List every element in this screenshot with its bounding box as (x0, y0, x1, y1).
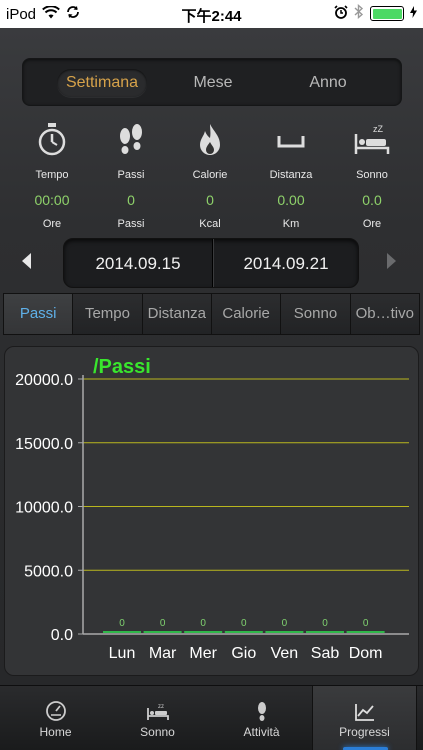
stat-value: 0.0 (362, 192, 382, 208)
charging-bolt-icon (410, 5, 417, 22)
next-week-button[interactable] (382, 246, 402, 276)
stat-unit: Ore (362, 218, 382, 230)
bar (265, 631, 304, 633)
tab-anno[interactable]: Anno (288, 69, 368, 97)
previous-week-button[interactable] (16, 246, 36, 276)
metric-tabs: Passi Tempo Distanza Calorie Sonno Ob…ti… (3, 293, 420, 335)
battery-icon (370, 6, 404, 21)
y-tick-label: 15000.0 (15, 436, 73, 453)
y-tick-label: 20000.0 (15, 372, 73, 389)
tabbar-home[interactable]: Home (3, 686, 108, 750)
bar (184, 631, 223, 633)
stat-label: Calorie (192, 169, 228, 181)
stat-sonno: zZ Sonno 0.0 Ore (332, 116, 412, 230)
stat-distanza: Distanza 0.00 Km (251, 116, 331, 230)
bed-icon: zz (105, 686, 210, 722)
stat-value: 0 (127, 192, 135, 208)
data-label: 0 (200, 618, 206, 629)
bar (224, 631, 263, 633)
chart-panel: /Passi 0.0 5000.0 10000.0 15000.0 20000.0 0 Lun… (4, 346, 419, 676)
y-tick-label: 0.0 (51, 627, 73, 644)
tab-distanza[interactable]: Distanza (142, 294, 212, 334)
stat-label: Distanza (269, 169, 313, 181)
data-label: 0 (160, 618, 166, 629)
bar (143, 631, 182, 633)
sleep-bed-icon: zZ (332, 116, 412, 164)
x-tick-label: Mar (149, 645, 177, 662)
stat-value: 0.00 (277, 192, 305, 208)
x-tick-label: Ven (271, 645, 299, 662)
data-label: 0 (282, 618, 288, 629)
tab-sonno[interactable]: Sonno (281, 294, 351, 334)
stat-label: Passi (117, 169, 145, 181)
bluetooth-icon (354, 3, 364, 23)
stat-label: Tempo (35, 169, 69, 181)
tabbar-sonno[interactable]: zz Sonno (105, 686, 210, 750)
tab-mese[interactable]: Mese (173, 69, 253, 97)
stat-unit: Kcal (199, 218, 221, 230)
status-bar: iPod 下午2:44 (0, 0, 423, 28)
tabbar-label: Progressi (339, 725, 390, 739)
stat-label: Sonno (356, 169, 388, 181)
footprint-icon (209, 686, 314, 722)
data-label: 0 (119, 618, 125, 629)
steps-chart: /Passi 0.0 5000.0 10000.0 15000.0 20000.0 0 Lun… (15, 356, 409, 662)
chart-line-icon (313, 686, 416, 722)
tab-settimana[interactable]: Settimana (57, 69, 147, 97)
period-selector: Settimana Mese Anno (22, 58, 402, 106)
date-end: 2014.09.21 (243, 254, 329, 273)
tab-obiettivo[interactable]: Ob…tivo (350, 294, 419, 334)
data-label: 0 (363, 618, 369, 629)
date-range-display: 2014.09.15 2014.09.21 (63, 238, 359, 288)
alarm-icon (334, 4, 348, 23)
chevron-right-icon (387, 253, 396, 269)
tabbar-attivita[interactable]: Attività (209, 686, 314, 750)
tabbar-progressi[interactable]: Progressi (312, 686, 417, 750)
flame-icon (170, 116, 250, 164)
stat-value: 00:00 (34, 192, 70, 208)
x-tick-label: Dom (349, 645, 383, 662)
svg-text:zz: zz (158, 704, 164, 710)
y-tick-label: 5000.0 (24, 563, 73, 580)
stat-unit: Km (282, 218, 300, 230)
stat-calorie: Calorie 0 Kcal (170, 116, 250, 230)
bar (306, 631, 344, 633)
data-label: 0 (322, 618, 328, 629)
gauge-icon (3, 686, 108, 722)
bar (346, 631, 385, 633)
stopwatch-icon (12, 116, 92, 164)
tabbar-label: Home (39, 725, 72, 739)
x-tick-label: Lun (109, 645, 136, 662)
chart-title: /Passi (93, 356, 151, 378)
data-label: 0 (241, 618, 247, 629)
tab-calorie[interactable]: Calorie (211, 294, 282, 334)
tab-tempo[interactable]: Tempo (73, 294, 143, 334)
bar (103, 631, 141, 633)
svg-text:zZ: zZ (373, 124, 384, 134)
x-tick-label: Sab (311, 645, 340, 662)
footprints-icon (91, 116, 171, 164)
x-tick-label: Gio (231, 645, 256, 662)
tabbar-label: Sonno (140, 725, 175, 739)
stat-passi: Passi 0 Passi (91, 116, 171, 230)
tabbar-label: Attività (243, 725, 280, 739)
ruler-icon (251, 116, 331, 164)
chevron-left-icon (22, 253, 31, 269)
bottom-tab-bar: Home zz Sonno Attività Progressi (0, 685, 423, 750)
stat-unit: Ore (42, 218, 62, 230)
stat-value: 0 (206, 192, 214, 208)
tab-passi[interactable]: Passi (4, 294, 74, 334)
date-start: 2014.09.15 (95, 254, 181, 273)
stat-tempo: Tempo 00:00 Ore (12, 116, 92, 230)
x-tick-label: Mer (189, 645, 217, 662)
y-tick-label: 10000.0 (15, 500, 73, 517)
stat-unit: Passi (117, 218, 145, 230)
